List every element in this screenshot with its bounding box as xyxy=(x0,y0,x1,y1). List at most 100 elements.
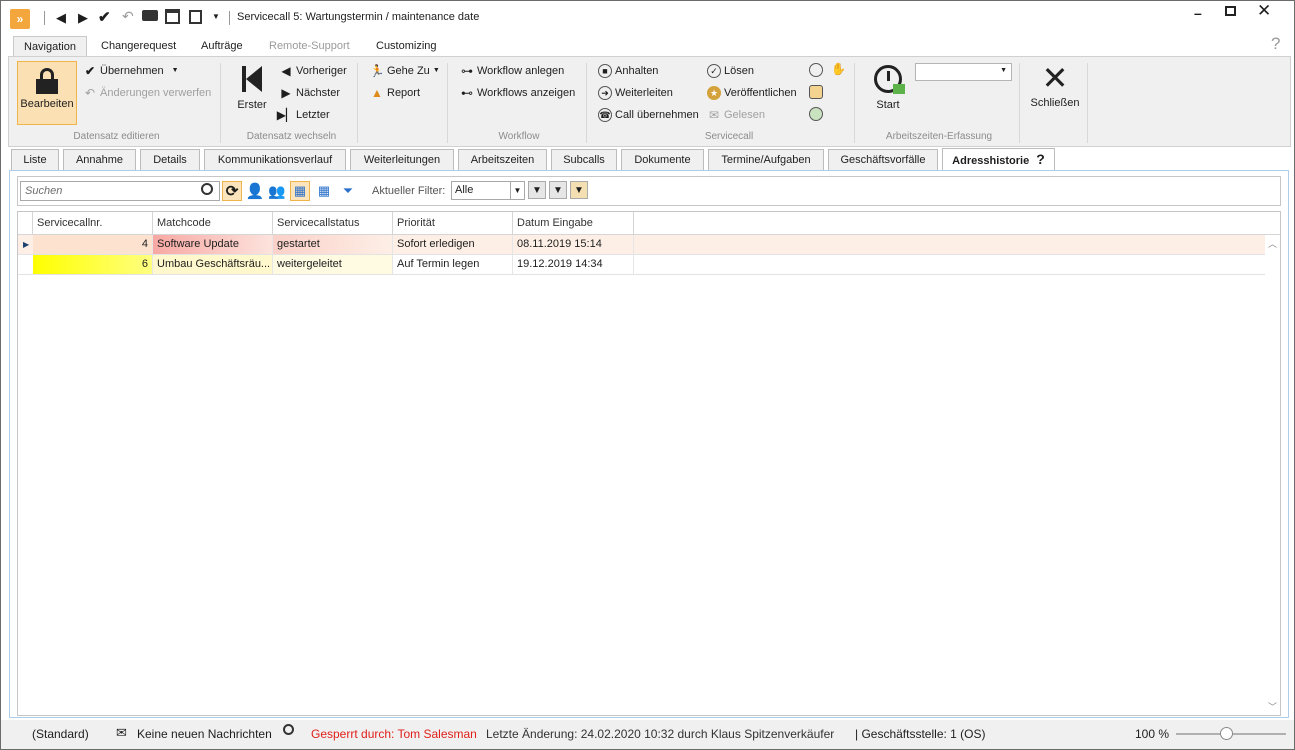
tab-subcalls[interactable]: Subcalls xyxy=(551,149,617,171)
hand-icon[interactable]: ✋ xyxy=(831,62,846,76)
vorheriger-button[interactable]: ◀ Vorheriger xyxy=(279,61,346,81)
undo-icon[interactable]: ↶ xyxy=(122,8,134,25)
close-icon: ✕ xyxy=(1041,60,1069,96)
grid-filter-icon[interactable]: ▦ xyxy=(290,181,310,201)
forward-icon[interactable]: ▶ xyxy=(78,10,88,26)
column-header-servicecallnr[interactable]: Servicecallnr. xyxy=(33,212,153,234)
cell-status[interactable]: weitergeleitet xyxy=(273,255,393,274)
list-icon[interactable] xyxy=(189,10,202,24)
bearbeiten-button[interactable]: Bearbeiten xyxy=(17,61,77,125)
cell-matchcode[interactable]: Software Update xyxy=(153,235,273,254)
tab-remote-support[interactable]: Remote-Support xyxy=(259,36,360,58)
cell-prioritaet[interactable]: Sofort erledigen xyxy=(393,235,513,254)
gehe-zu-button[interactable]: 🏃 Gehe Zu ▼ xyxy=(370,61,440,81)
maximize-button[interactable] xyxy=(1225,6,1236,16)
veroeffentlichen-button[interactable]: ★ Veröffentlichen xyxy=(707,83,797,103)
letzter-button[interactable]: ▶▏ Letzter xyxy=(277,105,330,125)
tab-navigation[interactable]: Navigation xyxy=(13,36,87,58)
close-window-button[interactable]: ✕ xyxy=(1257,1,1271,21)
cell-datum[interactable]: 19.12.2019 14:34 xyxy=(513,255,634,274)
weiterleiten-label: Weiterleiten xyxy=(615,87,673,99)
tab-annahme[interactable]: Annahme xyxy=(63,149,136,171)
chevron-down-icon: ▼ xyxy=(171,67,179,74)
workflow-anlegen-button[interactable]: ⊶ Workflow anlegen xyxy=(460,61,564,81)
status-messages[interactable]: Keine neuen Nachrichten xyxy=(137,727,272,741)
calendar-icon[interactable] xyxy=(165,9,180,24)
loesen-button[interactable]: ✓ Lösen xyxy=(707,61,754,81)
take-call-icon: ☎ xyxy=(598,108,612,122)
naechster-button[interactable]: ▶ Nächster xyxy=(279,83,340,103)
start-button[interactable]: Start xyxy=(867,61,909,111)
agent-icon[interactable] xyxy=(809,63,823,77)
cell-prioritaet[interactable]: Auf Termin legen xyxy=(393,255,513,274)
cell-datum[interactable]: 08.11.2019 15:14 xyxy=(513,235,634,254)
funnel-highlight-icon[interactable]: ▼ xyxy=(570,181,588,199)
scroll-down-icon[interactable]: ﹀ xyxy=(1268,700,1277,713)
group-separator xyxy=(357,63,358,143)
gelesen-button[interactable]: ✉ Gelesen xyxy=(707,105,765,125)
column-header-matchcode[interactable]: Matchcode xyxy=(153,212,273,234)
search-icon[interactable] xyxy=(201,183,213,195)
vertical-scrollbar[interactable]: ︿ ﹀ xyxy=(1265,235,1280,715)
tab-dokumente[interactable]: Dokumente xyxy=(621,149,704,171)
tab-weiterleitungen[interactable]: Weiterleitungen xyxy=(350,149,454,171)
column-header-servicecallstatus[interactable]: Servicecallstatus xyxy=(273,212,393,234)
solve-icon: ✓ xyxy=(707,64,721,78)
chat-icon[interactable] xyxy=(142,10,158,21)
content-tab-bar: Liste Annahme Details Kommunikationsverl… xyxy=(9,148,1289,171)
search-input[interactable]: Suchen xyxy=(20,181,220,201)
tab-kommunikationsverlauf[interactable]: Kommunikationsverlauf xyxy=(204,149,346,171)
title-bar: » ◀ ▶ ✔ ↶ ▼ Servicecall 5: Wartungstermi… xyxy=(1,1,1294,34)
tab-termine-aufgaben[interactable]: Termine/Aufgaben xyxy=(708,149,824,171)
cell-matchcode[interactable]: Umbau Geschäftsräu... xyxy=(153,255,273,274)
erster-button[interactable]: Erster xyxy=(231,61,273,111)
users-icon[interactable]: 👥 xyxy=(267,181,287,201)
funnel-edit-icon[interactable]: ▼ xyxy=(549,181,567,199)
tab-changerequest[interactable]: Changerequest xyxy=(91,36,186,58)
help-icon[interactable]: ? xyxy=(1271,34,1280,54)
tab-liste[interactable]: Liste xyxy=(11,149,59,171)
filter-select[interactable]: Alle ▼ xyxy=(451,181,525,200)
tab-customizing[interactable]: Customizing xyxy=(366,36,447,58)
cell-servicecallnr[interactable]: 4 xyxy=(33,235,153,254)
tab-details[interactable]: Details xyxy=(140,149,200,171)
tab-arbeitszeiten[interactable]: Arbeitszeiten xyxy=(458,149,547,171)
workflows-anzeigen-button[interactable]: ⊷ Workflows anzeigen xyxy=(460,83,575,103)
letzter-label: Letzter xyxy=(296,109,330,121)
zoom-slider[interactable] xyxy=(1176,727,1286,740)
table-row[interactable]: 6 Umbau Geschäftsräu... weitergeleitet A… xyxy=(18,255,1265,275)
tab-geschaeftsvorfaelle[interactable]: Geschäftsvorfälle xyxy=(828,149,938,171)
table-row[interactable]: ▶ 4 Software Update gestartet Sofort erl… xyxy=(18,235,1265,255)
zoom-slider-handle[interactable] xyxy=(1220,727,1233,740)
weiterleiten-button[interactable]: ➜ Weiterleiten xyxy=(598,83,673,103)
grid-settings-icon[interactable]: ▦ xyxy=(314,181,334,201)
scroll-up-icon[interactable]: ︿ xyxy=(1268,237,1277,250)
minimize-button[interactable]: – xyxy=(1194,5,1208,21)
schliessen-button[interactable]: ✕ Schließen xyxy=(1029,61,1081,111)
column-header-datum-eingabe[interactable]: Datum Eingabe xyxy=(513,212,634,234)
report-button[interactable]: ▲ Report xyxy=(370,83,420,103)
check-icon[interactable]: ✔ xyxy=(98,8,111,26)
agent-check-icon[interactable] xyxy=(809,107,823,121)
zeit-dropdown[interactable]: ▼ xyxy=(915,63,1012,81)
help-icon[interactable]: ? xyxy=(1036,151,1045,167)
naechster-label: Nächster xyxy=(296,87,341,99)
tab-auftraege[interactable]: Aufträge xyxy=(191,36,253,58)
cell-status[interactable]: gestartet xyxy=(273,235,393,254)
anhalten-button[interactable]: ■ Anhalten xyxy=(598,61,658,81)
gehe-zu-label: Gehe Zu xyxy=(387,65,430,77)
verwerfen-button[interactable]: ↶ Änderungen verwerfen xyxy=(83,83,211,103)
uebernehmen-button[interactable]: ✔ Übernehmen ▼ xyxy=(83,61,179,81)
agent-group-icon[interactable] xyxy=(809,85,823,99)
funnel-icon[interactable]: ▼ xyxy=(528,181,546,199)
tab-adresshistorie[interactable]: Adresshistorie ? xyxy=(942,148,1055,171)
user-icon[interactable]: 👤 xyxy=(245,181,265,201)
search-icon[interactable] xyxy=(283,724,294,735)
column-header-prioritaet[interactable]: Priorität xyxy=(393,212,513,234)
filter-settings-icon[interactable]: ⏷ xyxy=(338,181,358,201)
refresh-icon[interactable]: ⟳ xyxy=(222,181,242,201)
back-icon[interactable]: ◀ xyxy=(56,10,66,26)
call-uebernehmen-button[interactable]: ☎ Call übernehmen xyxy=(598,105,699,125)
qat-dropdown-icon[interactable]: ▼ xyxy=(212,12,220,21)
cell-servicecallnr[interactable]: 6 xyxy=(33,255,153,274)
